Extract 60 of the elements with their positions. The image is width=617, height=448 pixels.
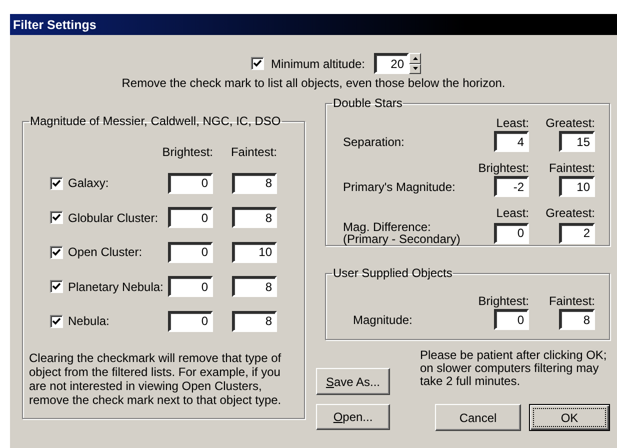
number-field[interactable]: 10 — [232, 242, 277, 262]
number-field[interactable]: 20 — [374, 53, 410, 74]
field-label: Separation: — [343, 136, 406, 148]
number-field[interactable]: -2 — [494, 176, 529, 197]
open-button[interactable]: Open... — [316, 404, 390, 430]
number-field[interactable]: 0 — [494, 222, 529, 244]
number-field[interactable]: 2 — [559, 222, 595, 244]
number-field[interactable]: 0 — [168, 207, 213, 228]
help-text: Clearing the checkmark will remove that type of object from the filtered lists. For example, if you are not interested in viewing Open Clusters, remove the check mark next to that object type. — [29, 350, 282, 406]
group-title: Magnitude of Messier, Caldwell, NGC, IC, DSO — [29, 114, 282, 128]
up-arrow-icon — [412, 56, 418, 60]
checkbox[interactable] — [50, 176, 63, 190]
field-label: Magnitude: — [352, 314, 414, 326]
object-type-label: Galaxy: — [68, 176, 110, 190]
number-field[interactable]: 0 — [168, 310, 213, 332]
column-header: Least: — [496, 116, 529, 130]
spin-up-button[interactable] — [409, 53, 422, 64]
spin-down-button[interactable] — [409, 64, 422, 74]
minimum-altitude-label: Minimum altitude: — [270, 56, 366, 70]
cancel-button[interactable]: Cancel — [435, 404, 521, 431]
number-field[interactable]: 8 — [232, 207, 277, 228]
column-header: Faintest: — [548, 294, 595, 308]
object-type-label: Globular Cluster: — [68, 210, 160, 224]
column-header: Faintest: — [548, 161, 595, 175]
column-header: Brightest: — [478, 294, 529, 308]
checkbox[interactable] — [50, 280, 63, 293]
object-type-label: Open Cluster: — [68, 245, 144, 259]
column-header: Brightest: — [478, 161, 529, 175]
column-header: Greatest: — [546, 116, 595, 130]
checkbox[interactable] — [250, 57, 264, 70]
number-field[interactable]: 8 — [559, 309, 595, 330]
column-header: Greatest: — [546, 206, 595, 220]
save-as-button[interactable]: Save As... — [316, 368, 390, 395]
number-field[interactable]: 8 — [232, 310, 277, 332]
number-field[interactable]: 10 — [559, 176, 595, 197]
object-type-label: Nebula: — [68, 314, 110, 328]
window-title: Filter Settings — [10, 14, 617, 35]
hint-text: Remove the check mark to list all objects, even those below the horizon. — [122, 76, 506, 90]
object-type-label: Planetary Nebula: — [68, 280, 164, 294]
number-field[interactable]: 0 — [168, 276, 213, 297]
number-field[interactable]: 4 — [494, 131, 529, 152]
number-field[interactable]: 8 — [232, 172, 277, 194]
column-header: Brightest: — [162, 145, 213, 159]
number-field[interactable]: 8 — [232, 276, 277, 297]
column-header: Least: — [496, 206, 529, 220]
checkbox[interactable] — [50, 211, 63, 224]
checkbox[interactable] — [50, 246, 63, 258]
number-field[interactable]: 0 — [494, 309, 529, 330]
group-title: User Supplied Objects — [332, 266, 454, 280]
field-label: Primary's Magnitude: — [343, 180, 456, 192]
column-header: Faintest: — [230, 145, 277, 159]
down-arrow-icon — [412, 67, 418, 70]
help-text: Please be patient after clicking OK; on slower computers filtering may take 2 full minutes. — [420, 349, 608, 390]
checkbox[interactable] — [50, 314, 63, 328]
number-field[interactable]: 0 — [168, 242, 213, 262]
number-field[interactable]: 15 — [559, 131, 595, 152]
group-title: Double Stars — [332, 96, 404, 110]
ok-button[interactable]: OK — [529, 404, 610, 431]
number-field[interactable]: 0 — [168, 172, 213, 194]
field-label: Mag. Difference: (Primary - Secondary) — [343, 221, 462, 245]
